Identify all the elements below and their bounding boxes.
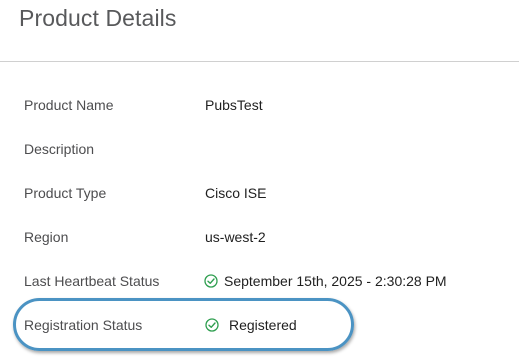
check-circle-icon: [204, 274, 218, 288]
product-name-value: PubsTest: [205, 94, 263, 116]
detail-row-product-name: Product Name PubsTest: [0, 94, 519, 116]
detail-row-description: Description: [0, 138, 519, 160]
product-type-value: Cisco ISE: [205, 182, 266, 204]
page-title: Product Details: [19, 5, 177, 31]
last-heartbeat-text: September 15th, 2025 - 2:30:28 PM: [224, 273, 447, 289]
detail-row-product-type: Product Type Cisco ISE: [0, 182, 519, 204]
detail-row-last-heartbeat: Last Heartbeat Status September 15th, 20…: [0, 270, 519, 292]
last-heartbeat-value: September 15th, 2025 - 2:30:28 PM: [204, 270, 447, 292]
description-label: Description: [24, 141, 95, 157]
region-label: Region: [24, 229, 69, 245]
detail-row-region: Region us-west-2: [0, 226, 519, 248]
region-text: us-west-2: [205, 229, 266, 245]
product-name-label: Product Name: [24, 97, 114, 113]
product-type-label: Product Type: [24, 185, 107, 201]
page-header: Product Details: [0, 0, 519, 62]
product-name-text: PubsTest: [205, 97, 263, 113]
region-value: us-west-2: [205, 226, 266, 248]
last-heartbeat-label: Last Heartbeat Status: [24, 273, 160, 289]
product-type-text: Cisco ISE: [205, 185, 267, 201]
highlight-annotation: [13, 298, 354, 351]
